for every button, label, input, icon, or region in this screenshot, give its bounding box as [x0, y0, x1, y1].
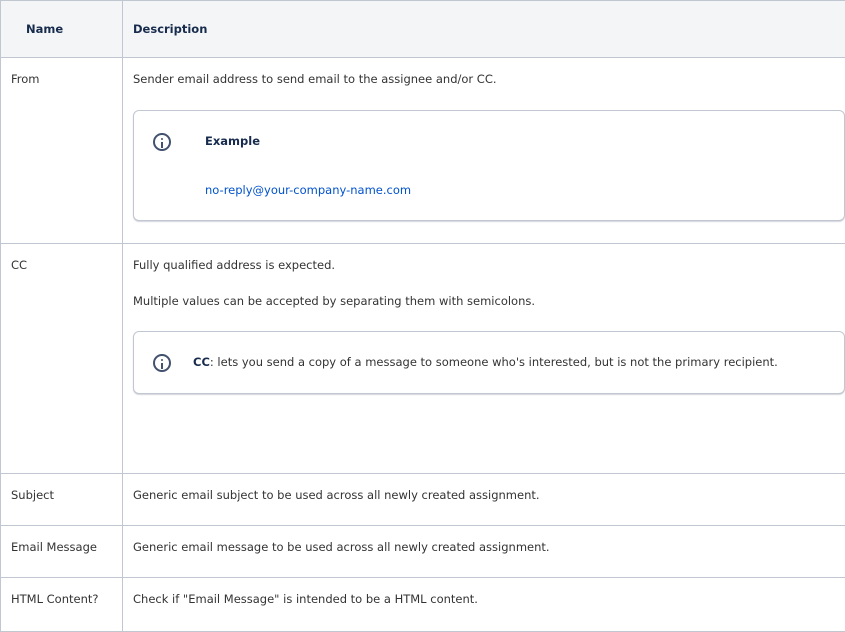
cc-panel-explanation: : lets you send a copy of a message to s…: [210, 355, 778, 369]
info-icon: [153, 354, 171, 372]
row-name-subject: Subject: [1, 474, 123, 526]
example-panel-title: Example: [205, 133, 260, 149]
table-row-subject: Subject Generic email subject to be used…: [1, 474, 845, 526]
row-description-email-message: Generic email message to be used across …: [123, 526, 845, 578]
row-description-from: Sender email address to send email to th…: [123, 58, 845, 244]
settings-table: Name Description From Sender email addre…: [0, 0, 845, 632]
cc-description-text-1: Fully qualified address is expected.: [133, 257, 835, 273]
cc-description-text-2: Multiple values can be accepted by separ…: [133, 293, 835, 309]
row-name-html-content: HTML Content?: [1, 578, 123, 632]
example-email-link[interactable]: no-reply@your-company-name.com: [205, 182, 411, 198]
header-row: Name Description: [1, 1, 845, 58]
table-row-html-content: HTML Content? Check if "Email Message" i…: [1, 578, 845, 632]
row-name-cc: CC: [1, 244, 123, 474]
description-column-header: Description: [123, 1, 845, 58]
table-row-from: From Sender email address to send email …: [1, 58, 845, 244]
row-name-from: From: [1, 58, 123, 244]
cc-panel-term: CC: [193, 355, 210, 369]
info-icon: [153, 133, 171, 151]
row-description-subject: Generic email subject to be used across …: [123, 474, 845, 526]
table-row-cc: CC Fully qualified address is expected. …: [1, 244, 845, 474]
cc-panel-text: CC: lets you send a copy of a message to…: [193, 354, 778, 370]
from-description-text: Sender email address to send email to th…: [133, 71, 835, 87]
row-description-html-content: Check if "Email Message" is intended to …: [123, 578, 845, 632]
row-description-cc: Fully qualified address is expected. Mul…: [123, 244, 845, 474]
name-column-header: Name: [1, 1, 123, 58]
example-info-panel: Example no-reply@your-company-name.com: [133, 110, 845, 221]
table-row-email-message: Email Message Generic email message to b…: [1, 526, 845, 578]
row-name-email-message: Email Message: [1, 526, 123, 578]
cc-info-panel: CC: lets you send a copy of a message to…: [133, 331, 845, 394]
